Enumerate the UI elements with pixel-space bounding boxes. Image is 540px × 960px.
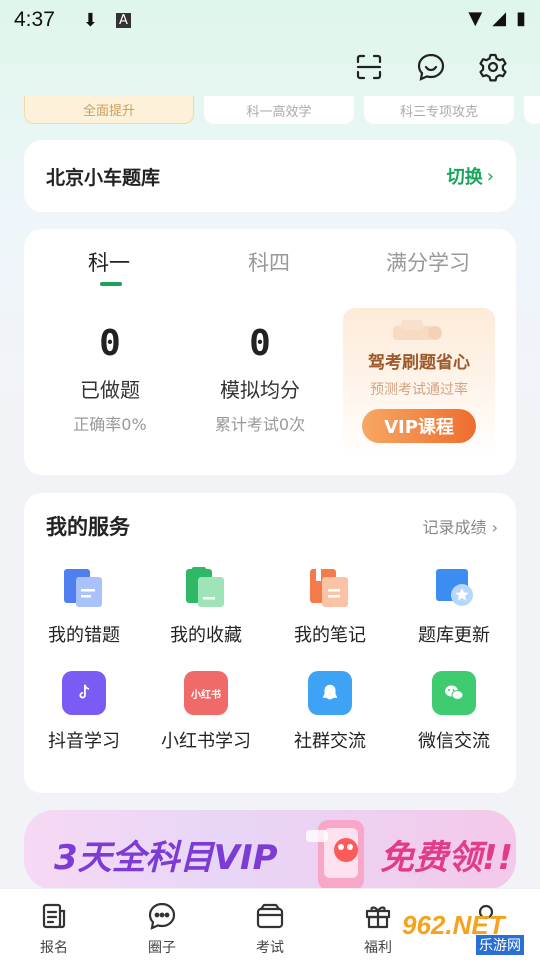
wechat-icon: [432, 671, 476, 715]
chip-3[interactable]: 科三专项攻克: [364, 96, 514, 124]
wallet-icon: [256, 903, 284, 929]
service-label: 小红书学习: [161, 731, 251, 752]
done-label: 已做题: [80, 378, 140, 402]
gift-icon: [365, 906, 391, 929]
service-bank-update[interactable]: 题库更新: [394, 565, 514, 647]
service-label: 抖音学习: [48, 731, 120, 752]
vip-promo-title: 驾考刷题省心: [368, 353, 470, 373]
favorites-icon: [184, 565, 228, 609]
keyboard-a-icon: A: [115, 12, 131, 28]
tab-subject-four[interactable]: 科四: [248, 247, 290, 277]
active-tab-indicator: [100, 282, 122, 286]
chat-dots-icon: [148, 902, 176, 930]
service-community[interactable]: 社群交流: [270, 671, 390, 753]
service-wechat[interactable]: 微信交流: [394, 671, 514, 753]
top-chip-row: 全面提升 科一高效学 科三专项攻克: [24, 96, 540, 124]
top-actions: [352, 50, 510, 84]
switch-bank-label: 切换: [446, 167, 483, 188]
wrong-questions-icon: [62, 565, 106, 609]
wifi-icon: ▼: [468, 8, 483, 29]
accuracy-label: 正确率0%: [73, 415, 147, 434]
status-time: 4:37: [14, 8, 55, 31]
exam-count-label: 累计考试0次: [214, 415, 306, 434]
status-bar: 4:37 ⬇ A ▼ ◢ ▮: [0, 0, 540, 40]
xiaohongshu-badge: 小红书: [191, 689, 221, 701]
service-xiaohongshu[interactable]: 小红书 小红书学习: [146, 671, 266, 753]
tab-label: 报名: [40, 940, 68, 956]
signal-icon: ◢: [492, 8, 507, 29]
download-icon: ⬇: [82, 9, 98, 31]
subject-tabs: 科一 科四 满分学习: [24, 247, 516, 287]
bank-update-icon: [432, 565, 476, 609]
service-label: 题库更新: [418, 625, 490, 646]
vip-promo-sub: 预测考试通过率: [370, 382, 468, 398]
service-notes[interactable]: 我的笔记: [270, 565, 390, 647]
chip-4[interactable]: [524, 96, 540, 124]
service-wrong-questions[interactable]: 我的错题: [24, 565, 144, 647]
service-label: 社群交流: [294, 731, 366, 752]
vip-promo-box[interactable]: 驾考刷题省心 预测考试通过率 VIP课程: [343, 308, 495, 460]
tab-label: 圈子: [148, 940, 176, 956]
douyin-icon: [62, 671, 106, 715]
chevron-right-icon: ›: [486, 165, 494, 187]
banner-right-text: 免费领!!: [380, 838, 514, 878]
phone-mascot-icon: [306, 820, 364, 890]
message-button[interactable]: [414, 50, 448, 84]
service-favorites[interactable]: 我的收藏: [146, 565, 266, 647]
study-card: 科一 科四 满分学习 0 已做题 正确率0% 0 模拟均分 累计考试0次 驾考刷…: [24, 229, 516, 475]
service-label: 微信交流: [418, 731, 490, 752]
question-bank-card: 北京小车题库 切换 ›: [24, 140, 516, 212]
scan-button[interactable]: [352, 50, 386, 84]
chip-1[interactable]: 全面提升: [24, 96, 194, 124]
settings-button[interactable]: [476, 50, 510, 84]
service-label: 我的笔记: [294, 625, 366, 646]
mock-score-stat[interactable]: 0 模拟均分 累计考试0次: [190, 323, 330, 435]
question-bank-title: 北京小车题库: [46, 166, 161, 189]
record-scores-label: 记录成绩: [422, 518, 487, 537]
battery-icon: ▮: [516, 8, 526, 29]
notes-icon: [308, 565, 352, 609]
car-decoration-icon: [393, 320, 442, 340]
done-questions-stat[interactable]: 0 已做题 正确率0%: [40, 323, 180, 435]
service-label: 我的错题: [48, 625, 120, 646]
xiaohongshu-icon: 小红书: [184, 671, 228, 715]
service-douyin[interactable]: 抖音学习: [24, 671, 144, 753]
done-count: 0: [99, 323, 121, 364]
service-label: 我的收藏: [170, 625, 242, 646]
vip-promo-banner[interactable]: 3天全科目VIP 免费领!!: [24, 810, 516, 890]
tab-subject-one[interactable]: 科一: [88, 247, 130, 277]
switch-bank-button[interactable]: 切换 ›: [447, 163, 494, 189]
services-title: 我的服务: [46, 515, 130, 539]
avg-label: 模拟均分: [220, 378, 300, 402]
record-scores-link[interactable]: 记录成绩 ›: [423, 514, 499, 538]
vip-course-button[interactable]: VIP课程: [362, 409, 476, 443]
watermark-site: 乐游网: [476, 935, 524, 955]
chip-2[interactable]: 科一高效学: [204, 96, 354, 124]
tab-label: 考试: [256, 940, 284, 956]
banner-left-text: 3天全科目VIP: [54, 838, 278, 878]
services-card: 我的服务 记录成绩 › 我的错题 我的收藏 我的笔记 题库更新 抖音学习 小红书…: [24, 493, 516, 793]
avg-score: 0: [249, 323, 271, 364]
tab-exam[interactable]: 考试: [230, 901, 310, 957]
community-icon: [308, 671, 352, 715]
document-icon: [42, 903, 66, 929]
gear-icon: [479, 53, 507, 82]
tab-circle[interactable]: 圈子: [122, 901, 202, 957]
tab-signup[interactable]: 报名: [14, 901, 94, 957]
scan-icon: [356, 54, 382, 80]
tab-full-score[interactable]: 满分学习: [386, 247, 470, 277]
chat-bubble-icon: [417, 53, 445, 81]
